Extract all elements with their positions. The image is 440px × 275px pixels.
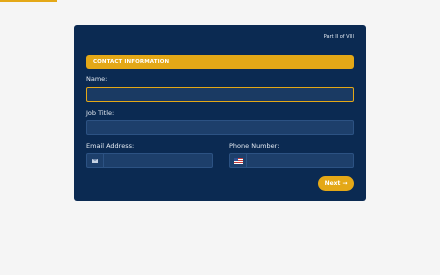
- next-button-label: Next: [324, 180, 341, 187]
- phone-input[interactable]: [229, 153, 354, 168]
- arrow-right-icon: →: [342, 180, 348, 187]
- us-flag-icon: [233, 157, 243, 164]
- next-button[interactable]: Next →: [318, 176, 354, 191]
- job-title-input[interactable]: [86, 120, 354, 135]
- part-indicator: Part II of VIII: [323, 34, 354, 40]
- top-progress-bar: [0, 0, 58, 2]
- job-title-label: Job Title:: [86, 109, 115, 117]
- email-input[interactable]: [86, 153, 213, 168]
- email-addon: [87, 154, 104, 167]
- name-label: Name:: [86, 75, 108, 83]
- contact-form-card: Part II of VIII CONTACT INFORMATION Name…: [74, 25, 366, 201]
- name-input[interactable]: [86, 87, 354, 102]
- envelope-icon: [92, 158, 98, 163]
- country-selector[interactable]: [230, 154, 247, 167]
- email-label: Email Address:: [86, 142, 135, 150]
- section-header: CONTACT INFORMATION: [86, 55, 354, 69]
- phone-label: Phone Number:: [229, 142, 280, 150]
